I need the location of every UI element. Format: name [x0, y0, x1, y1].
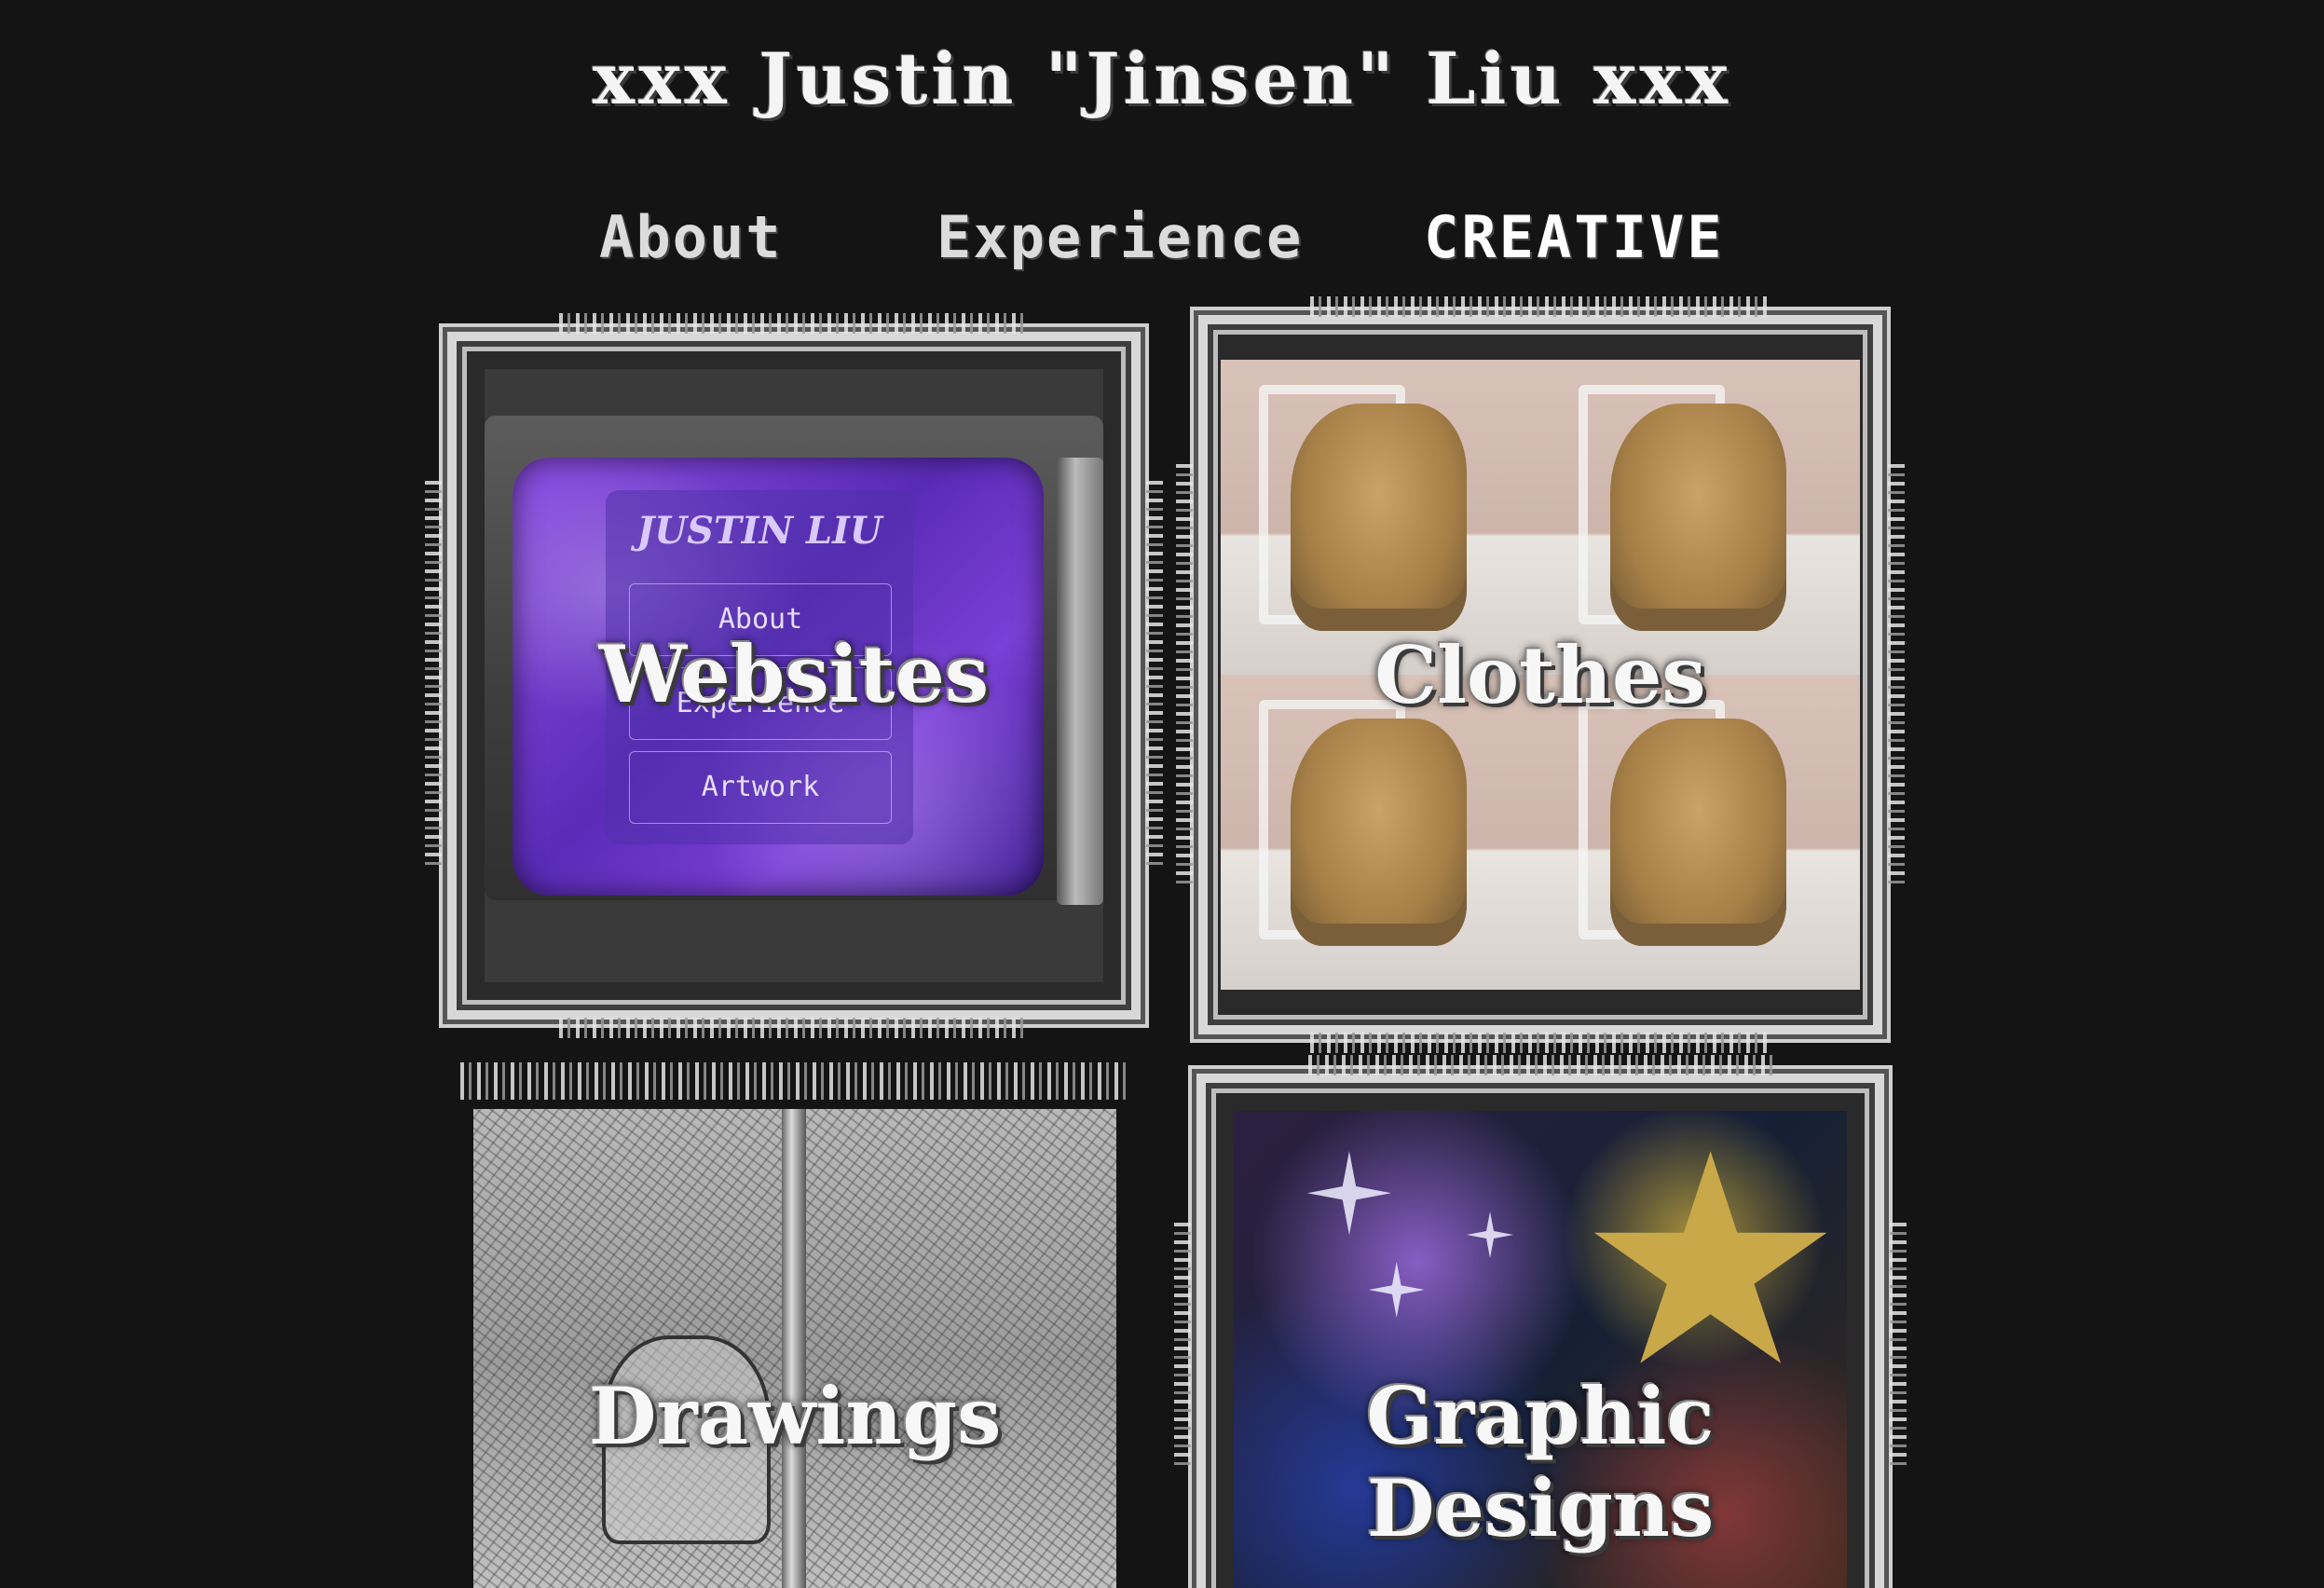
- frame-ornament-top: [460, 1062, 1129, 1100]
- card-websites[interactable]: JUSTIN LIU About Experience Artwork Webs…: [425, 313, 1163, 1038]
- boot-image: [1610, 404, 1787, 631]
- subway-pole: [782, 1109, 807, 1588]
- frame-ornament-right: [1888, 464, 1905, 885]
- nav-about[interactable]: About: [599, 203, 783, 271]
- boot-image: [1610, 719, 1787, 946]
- drawings-thumbnail: [473, 1109, 1116, 1588]
- card-label-drawings: Drawings: [588, 1370, 1002, 1462]
- sparkle-icon: [1306, 1151, 1391, 1236]
- boot-photo: [1540, 360, 1860, 675]
- preview-artwork-button: Artwork: [629, 751, 892, 824]
- nav-creative[interactable]: CREATIVE: [1424, 203, 1725, 271]
- site-title: xxx Justin "Jinsen" Liu xxx: [592, 37, 1732, 120]
- boot-photo: [1221, 675, 1540, 990]
- frame-ornament-top: [1310, 296, 1770, 317]
- card-drawings[interactable]: Drawings: [442, 1053, 1148, 1588]
- frame-ornament-left: [425, 481, 442, 870]
- frame-ornament-top: [1308, 1055, 1772, 1075]
- preview-name: JUSTIN LIU: [636, 509, 882, 553]
- card-label-graphic-designs: Graphic Designs: [1366, 1370, 1715, 1554]
- card-clothes[interactable]: Clothes: [1176, 296, 1905, 1053]
- frame-ornament-left: [1176, 464, 1193, 885]
- sparkle-icon: [1467, 1212, 1514, 1258]
- frame-ornament-top: [559, 313, 1029, 334]
- sparkle-icon: [1368, 1262, 1425, 1318]
- frame-ornament-right: [1890, 1223, 1907, 1465]
- boot-photo: [1221, 360, 1540, 675]
- boot-photo: [1540, 675, 1860, 990]
- boot-image: [1291, 404, 1468, 631]
- frame-ornament-bottom: [1310, 1033, 1770, 1053]
- nav-experience[interactable]: Experience: [936, 203, 1303, 271]
- main-nav: About Experience CREATIVE: [0, 203, 2324, 287]
- frame-ornament-left: [1174, 1223, 1191, 1465]
- card-label-clothes: Clothes: [1374, 629, 1706, 721]
- boot-image: [1291, 719, 1468, 946]
- star-graphic: [1593, 1151, 1827, 1363]
- card-label-websites: Websites: [598, 628, 990, 720]
- frame-ornament-right: [1146, 481, 1163, 870]
- card-graphic-designs[interactable]: Graphic Designs: [1174, 1055, 1907, 1588]
- frame-ornament-bottom: [559, 1018, 1029, 1038]
